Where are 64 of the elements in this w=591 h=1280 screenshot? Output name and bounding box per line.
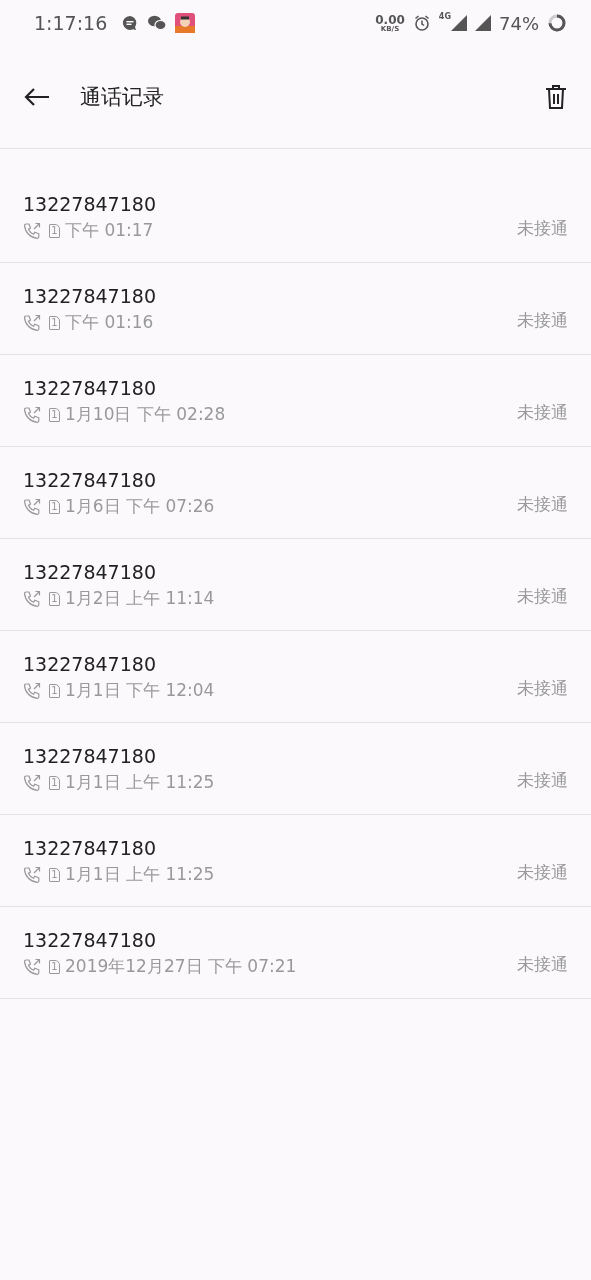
call-status: 未接通 — [517, 677, 568, 700]
phone-number: 13227847180 — [23, 837, 157, 859]
phone-number: 13227847180 — [23, 285, 157, 307]
call-status: 未接通 — [517, 769, 568, 792]
sim-card-icon: 1 — [49, 775, 60, 790]
outgoing-call-icon — [23, 681, 41, 700]
sim-card-icon: 1 — [49, 499, 60, 514]
sim-card-icon: 1 — [49, 867, 60, 882]
chat-bubbles-icon — [147, 14, 168, 32]
outgoing-call-icon — [23, 405, 41, 424]
call-time: 下午 01:16 — [65, 311, 154, 334]
phone-number: 13227847180 — [23, 929, 157, 951]
call-time: 1月1日 上午 11:25 — [65, 863, 215, 886]
outgoing-call-icon — [23, 589, 41, 608]
call-status: 未接通 — [517, 861, 568, 884]
sim-card-icon: 1 — [49, 315, 60, 330]
call-status: 未接通 — [517, 493, 568, 516]
signal-icon — [475, 15, 491, 31]
call-status: 未接通 — [517, 953, 568, 976]
call-log-item[interactable]: 13227847180 1 1月1日 上午 11:25 未接通 — [0, 723, 591, 815]
page-title: 通话记录 — [80, 84, 164, 111]
call-log-item[interactable]: 13227847180 1 1月6日 下午 07:26 未接通 — [0, 447, 591, 539]
sim-card-icon: 1 — [49, 223, 60, 238]
sim-card-icon: 1 — [49, 683, 60, 698]
sim-card-icon: 1 — [49, 407, 60, 422]
outgoing-call-icon — [23, 313, 41, 332]
phone-number: 13227847180 — [23, 561, 157, 583]
alarm-icon — [412, 14, 431, 32]
outgoing-call-icon — [23, 865, 41, 884]
outgoing-call-icon — [23, 773, 41, 792]
call-time: 1月2日 上午 11:14 — [65, 587, 215, 610]
call-status: 未接通 — [517, 401, 568, 424]
outgoing-call-icon — [23, 957, 41, 976]
call-log-item[interactable]: 13227847180 1 1月10日 下午 02:28 未接通 — [0, 355, 591, 447]
outgoing-call-icon — [23, 221, 41, 240]
call-time: 1月6日 下午 07:26 — [65, 495, 215, 518]
call-time: 1月10日 下午 02:28 — [65, 403, 226, 426]
status-time: 1:17:16 — [34, 12, 108, 34]
battery-ring-icon — [547, 13, 567, 33]
sim-card-icon: 1 — [49, 959, 60, 974]
call-log-item[interactable]: 13227847180 1 2019年12月27日 下午 07:21 未接通 — [0, 907, 591, 999]
outgoing-call-icon — [23, 497, 41, 516]
call-log-item[interactable]: 13227847180 1 1月1日 上午 11:25 未接通 — [0, 815, 591, 907]
call-log-item[interactable]: 13227847180 1 下午 01:16 未接通 — [0, 263, 591, 355]
call-time: 2019年12月27日 下午 07:21 — [65, 955, 297, 978]
signal-icon — [451, 15, 467, 31]
call-time: 1月1日 下午 12:04 — [65, 679, 215, 702]
phone-number: 13227847180 — [23, 469, 157, 491]
call-log-item[interactable]: 13227847180 1 1月1日 下午 12:04 未接通 — [0, 631, 591, 723]
call-log-item[interactable]: 13227847180 1 1月2日 上午 11:14 未接通 — [0, 539, 591, 631]
phone-number: 13227847180 — [23, 377, 157, 399]
phone-number: 13227847180 — [23, 193, 157, 215]
call-log-item[interactable]: 13227847180 1 下午 01:17 未接通 — [0, 171, 591, 263]
call-time: 下午 01:17 — [65, 219, 154, 242]
call-status: 未接通 — [517, 585, 568, 608]
phone-number: 13227847180 — [23, 745, 157, 767]
call-time: 1月1日 上午 11:25 — [65, 771, 215, 794]
call-status: 未接通 — [517, 217, 568, 240]
call-status: 未接通 — [517, 309, 568, 332]
sim-card-icon: 1 — [49, 591, 60, 606]
app-icon — [175, 13, 196, 33]
phone-number: 13227847180 — [23, 653, 157, 675]
network-type: 4G — [438, 12, 451, 21]
battery-percent: 74% — [499, 12, 539, 34]
